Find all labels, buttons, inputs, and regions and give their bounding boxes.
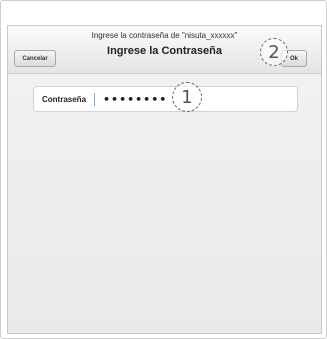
password-label: Contraseña (42, 94, 87, 104)
field-divider (94, 92, 96, 106)
cancel-button[interactable]: Cancelar (14, 50, 56, 67)
password-field-row[interactable]: Contraseña (33, 86, 298, 112)
password-dialog: Ingrese la contraseña de "nisuta_xxxxxx"… (7, 25, 322, 334)
callout-step-2: 2 (260, 38, 288, 66)
screen-frame: Ingrese la contraseña de "nisuta_xxxxxx"… (0, 0, 327, 339)
callout-step-1: 1 (172, 82, 202, 112)
